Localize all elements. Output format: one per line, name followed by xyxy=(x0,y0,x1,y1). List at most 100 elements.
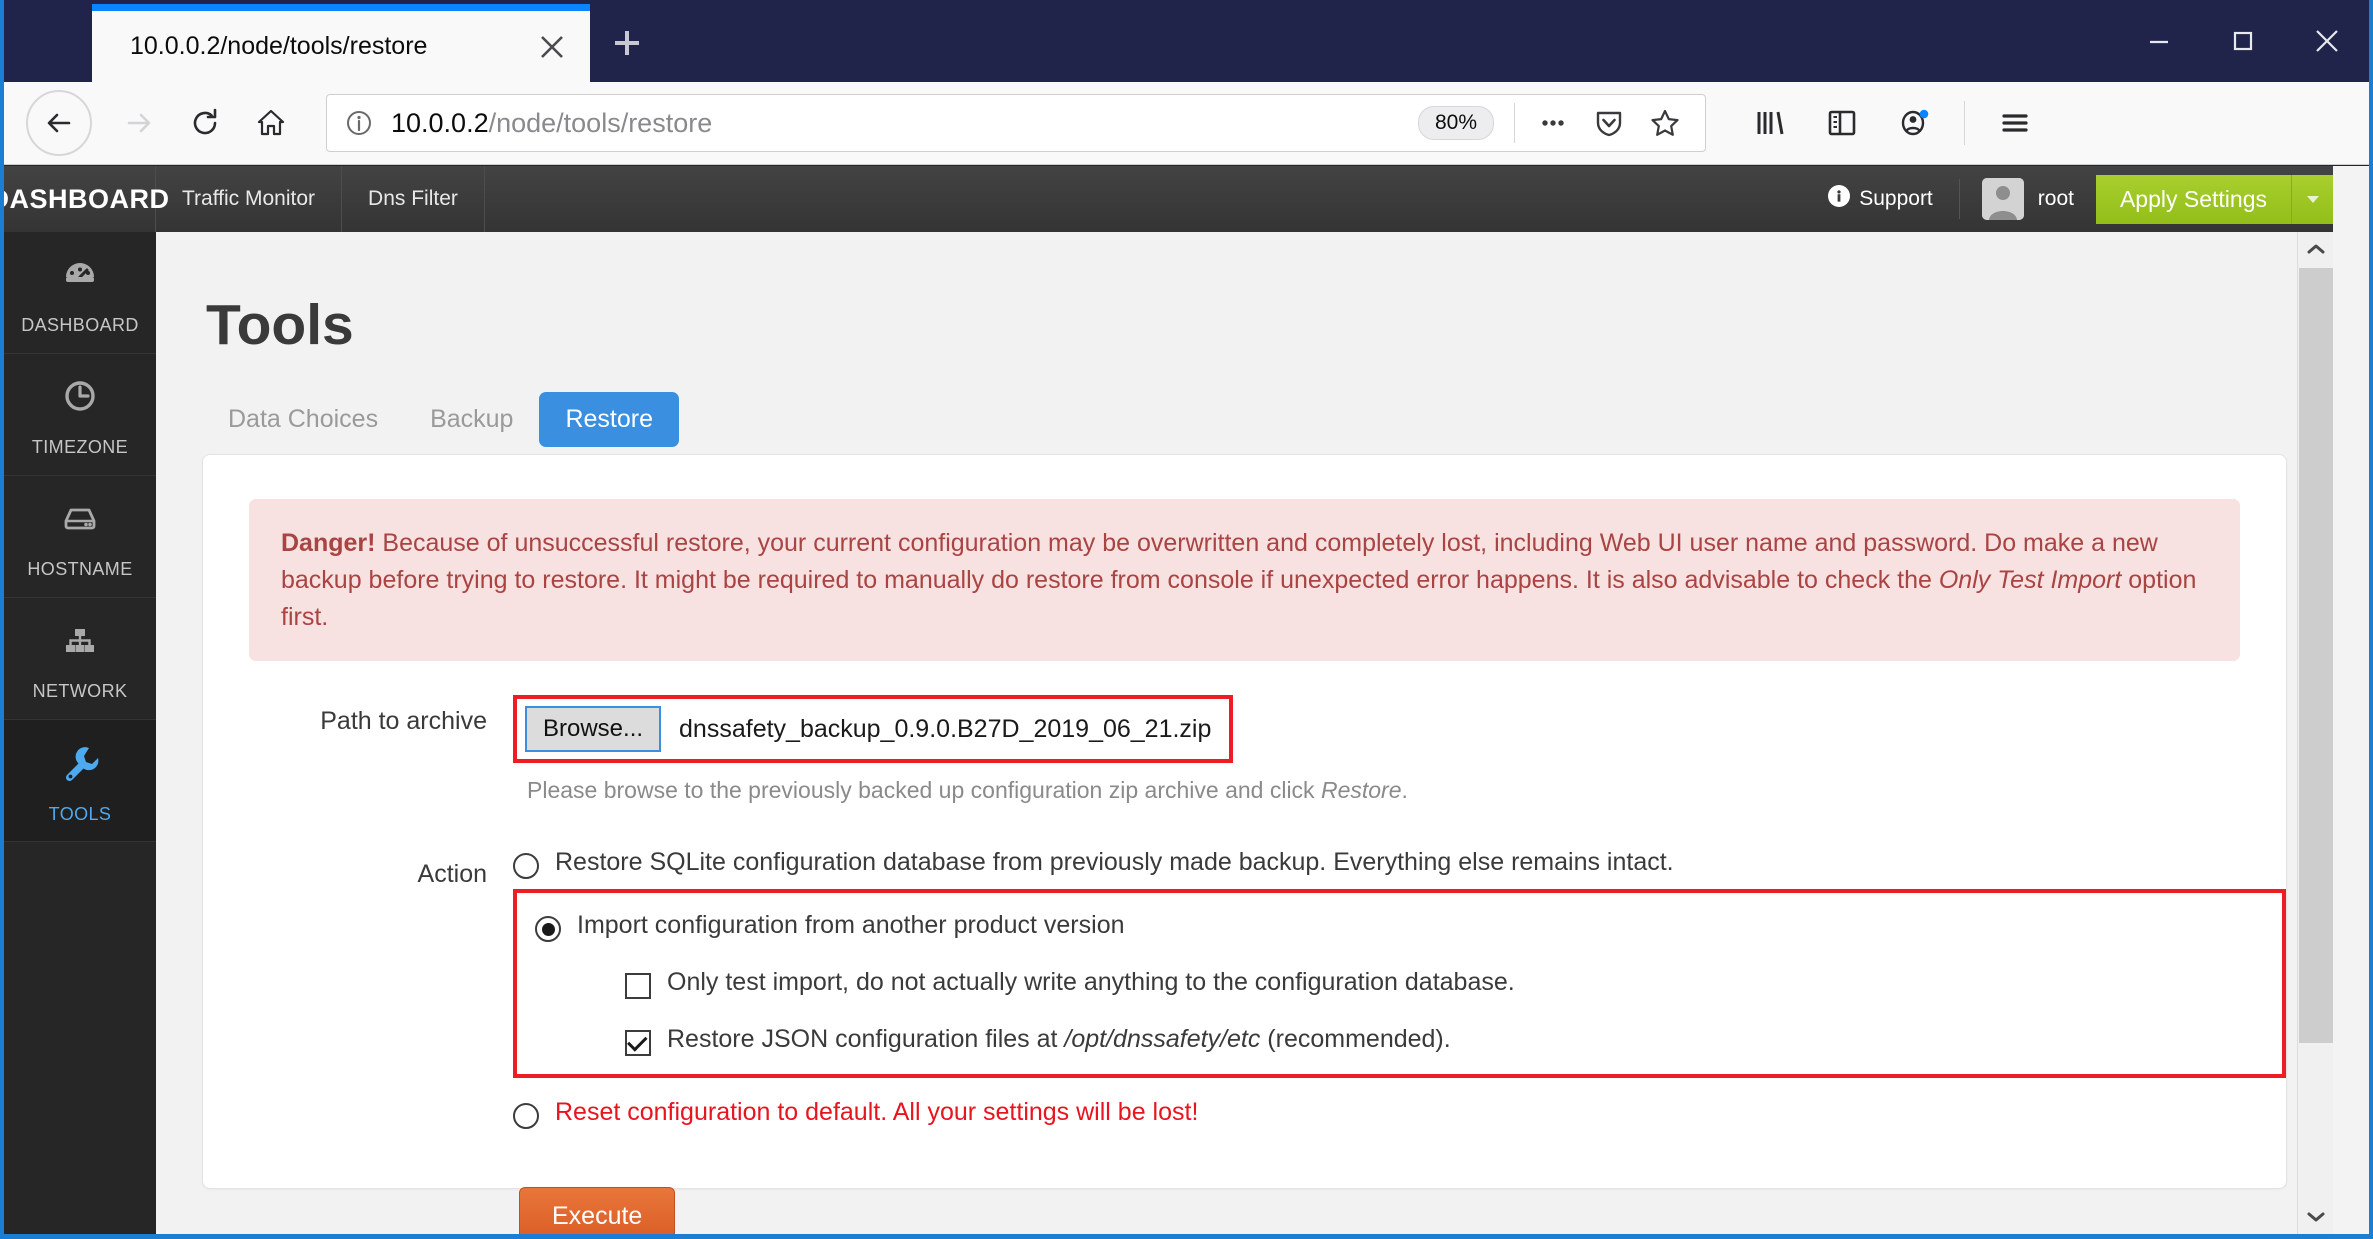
server-icon xyxy=(55,494,105,549)
scroll-down-icon[interactable] xyxy=(2298,1200,2334,1234)
account-icon[interactable] xyxy=(1878,90,1950,156)
star-icon[interactable] xyxy=(1637,95,1693,151)
chevron-down-icon[interactable] xyxy=(2291,174,2333,224)
divider xyxy=(1514,103,1515,143)
browser-toolbar: 10.0.0.2/node/tools/restore 80% xyxy=(4,82,2369,165)
home-icon[interactable] xyxy=(238,90,304,156)
sidebar-item-network[interactable]: NETWORK xyxy=(4,598,156,720)
browse-button[interactable]: Browse... xyxy=(525,706,662,753)
scrollbar-track[interactable] xyxy=(2298,1043,2334,1200)
minimize-icon[interactable] xyxy=(2117,0,2201,82)
user-menu[interactable]: root xyxy=(1960,178,2096,220)
sidebar-item-label: TIMEZONE xyxy=(31,436,129,457)
app-navbar-right: Support root Apply Settings xyxy=(1801,166,2333,232)
radio-restore-sqlite[interactable]: Restore SQLite configuration database fr… xyxy=(513,848,2286,880)
checkbox[interactable] xyxy=(625,973,651,1000)
selected-file-name: dnssafety_backup_0.9.0.B27D_2019_06_21.z… xyxy=(679,714,1212,743)
scrollbar-thumb[interactable] xyxy=(2298,268,2333,1043)
sidebar-item-hostname[interactable]: HOSTNAME xyxy=(4,476,156,598)
checkbox-label: Restore JSON configuration files at /opt… xyxy=(667,1025,1451,1054)
import-options-highlight: Import configuration from another produc… xyxy=(513,889,2286,1079)
tab-bar: Data Choices Backup Restore xyxy=(202,392,2333,447)
checkbox-label: Only test import, do not actually write … xyxy=(667,968,1515,997)
zoom-level-badge[interactable]: 80% xyxy=(1417,106,1494,140)
tab-backup[interactable]: Backup xyxy=(404,392,539,447)
checkbox[interactable] xyxy=(625,1030,651,1057)
scroll-up-icon[interactable] xyxy=(2298,232,2334,266)
checkbox-only-test-import[interactable]: Only test import, do not actually write … xyxy=(625,968,2260,1000)
path-help-before: Please browse to the previously backed u… xyxy=(527,777,1321,804)
radio-button[interactable] xyxy=(535,916,561,943)
radio-label: Reset configuration to default. All your… xyxy=(555,1098,1199,1127)
browser-window: 10.0.0.2/node/tools/restore 10.0.0.2/nod… xyxy=(0,0,2373,1239)
radio-button[interactable] xyxy=(513,853,539,880)
browser-tab-active[interactable]: 10.0.0.2/node/tools/restore xyxy=(92,4,590,82)
hamburger-menu-icon[interactable] xyxy=(1979,90,2051,156)
radio-reset-config[interactable]: Reset configuration to default. All your… xyxy=(513,1098,2286,1130)
address-bar[interactable]: 10.0.0.2/node/tools/restore 80% xyxy=(326,94,1706,152)
sidebar-item-tools[interactable]: TOOLS xyxy=(4,720,156,842)
page-title: Tools xyxy=(206,293,354,357)
radio-label: Import configuration from another produc… xyxy=(577,911,1125,940)
tab-strip: 10.0.0.2/node/tools/restore xyxy=(92,0,664,82)
tab-data-choices[interactable]: Data Choices xyxy=(202,392,404,447)
page-scrollbar[interactable] xyxy=(2297,232,2333,1234)
sidebar-item-label: NETWORK xyxy=(32,680,128,701)
close-icon[interactable] xyxy=(2285,0,2369,82)
path-to-archive-field: Browse... dnssafety_backup_0.9.0.B27D_20… xyxy=(513,695,2286,804)
sidebar-item-timezone[interactable]: TIMEZONE xyxy=(4,354,156,476)
restore-json-after: (recommended). xyxy=(1260,1025,1451,1054)
user-name: root xyxy=(2037,187,2074,210)
url-host: 10.0.0.2 xyxy=(391,107,489,138)
checkbox-restore-json[interactable]: Restore JSON configuration files at /opt… xyxy=(625,1025,2260,1057)
library-icon[interactable] xyxy=(1734,90,1806,156)
web-content: DASHBOARD Traffic Monitor Dns Filter Sup… xyxy=(4,166,2369,1234)
clock-icon xyxy=(55,372,105,427)
path-help-after: . xyxy=(1401,777,1408,804)
danger-alert: Danger! Because of unsuccessful restore,… xyxy=(249,499,2240,662)
avatar xyxy=(1981,178,2024,220)
back-arrow-icon[interactable] xyxy=(26,90,92,156)
path-help-text: Please browse to the previously backed u… xyxy=(527,777,2286,804)
execute-button[interactable]: Execute xyxy=(519,1187,676,1234)
path-to-archive-label: Path to archive xyxy=(320,707,487,736)
main-pane: Tools Data Choices Backup Restore Danger… xyxy=(156,232,2333,1234)
file-input-highlight: Browse... dnssafety_backup_0.9.0.B27D_20… xyxy=(513,695,1234,764)
forward-arrow-icon xyxy=(106,90,172,156)
pocket-shield-icon[interactable] xyxy=(1581,95,1637,151)
wrench-icon xyxy=(54,737,106,794)
radio-label: Restore SQLite configuration database fr… xyxy=(555,848,1674,877)
maximize-icon[interactable] xyxy=(2201,0,2285,82)
sidebar-item-label: HOSTNAME xyxy=(27,558,133,579)
support-link[interactable]: Support xyxy=(1801,166,1959,232)
sidebar-item-label: TOOLS xyxy=(48,803,112,824)
apply-settings-button[interactable]: Apply Settings xyxy=(2095,174,2291,224)
reload-icon[interactable] xyxy=(172,90,238,156)
info-circle-icon[interactable] xyxy=(343,107,375,139)
title-bar: 10.0.0.2/node/tools/restore xyxy=(4,0,2369,82)
restore-json-path: /opt/dnssafety/etc xyxy=(1064,1025,1261,1054)
radio-import-config[interactable]: Import configuration from another produc… xyxy=(535,911,2260,943)
restore-json-before: Restore JSON configuration files at xyxy=(667,1025,1065,1054)
action-label: Action xyxy=(417,860,487,889)
tab-restore[interactable]: Restore xyxy=(539,392,680,447)
browser-tab-title: 10.0.0.2/node/tools/restore xyxy=(130,32,428,60)
nav-link-dns-filter[interactable]: Dns Filter xyxy=(342,166,485,232)
url-text: 10.0.0.2/node/tools/restore xyxy=(391,108,1418,139)
radio-button[interactable] xyxy=(513,1103,539,1130)
sidebar-item-dashboard[interactable]: DASHBOARD xyxy=(4,232,156,354)
divider xyxy=(1964,101,1965,145)
app-brand[interactable]: DASHBOARD xyxy=(4,166,169,232)
sitemap-icon xyxy=(55,616,105,671)
nav-link-traffic-monitor[interactable]: Traffic Monitor xyxy=(156,166,343,232)
url-path: /node/tools/restore xyxy=(488,107,713,138)
action-row: Action Restore SQLite configuration data… xyxy=(203,848,2286,1234)
sidebar-item-label: DASHBOARD xyxy=(21,314,139,335)
action-field: Restore SQLite configuration database fr… xyxy=(513,848,2286,1234)
plus-icon[interactable] xyxy=(590,4,664,82)
danger-alert-strong: Danger! xyxy=(281,529,376,557)
close-icon[interactable] xyxy=(524,19,580,75)
sidebar-icon[interactable] xyxy=(1806,90,1878,156)
ellipsis-icon[interactable] xyxy=(1525,95,1581,151)
danger-alert-emphasis: Only Test Import xyxy=(1938,565,2122,594)
